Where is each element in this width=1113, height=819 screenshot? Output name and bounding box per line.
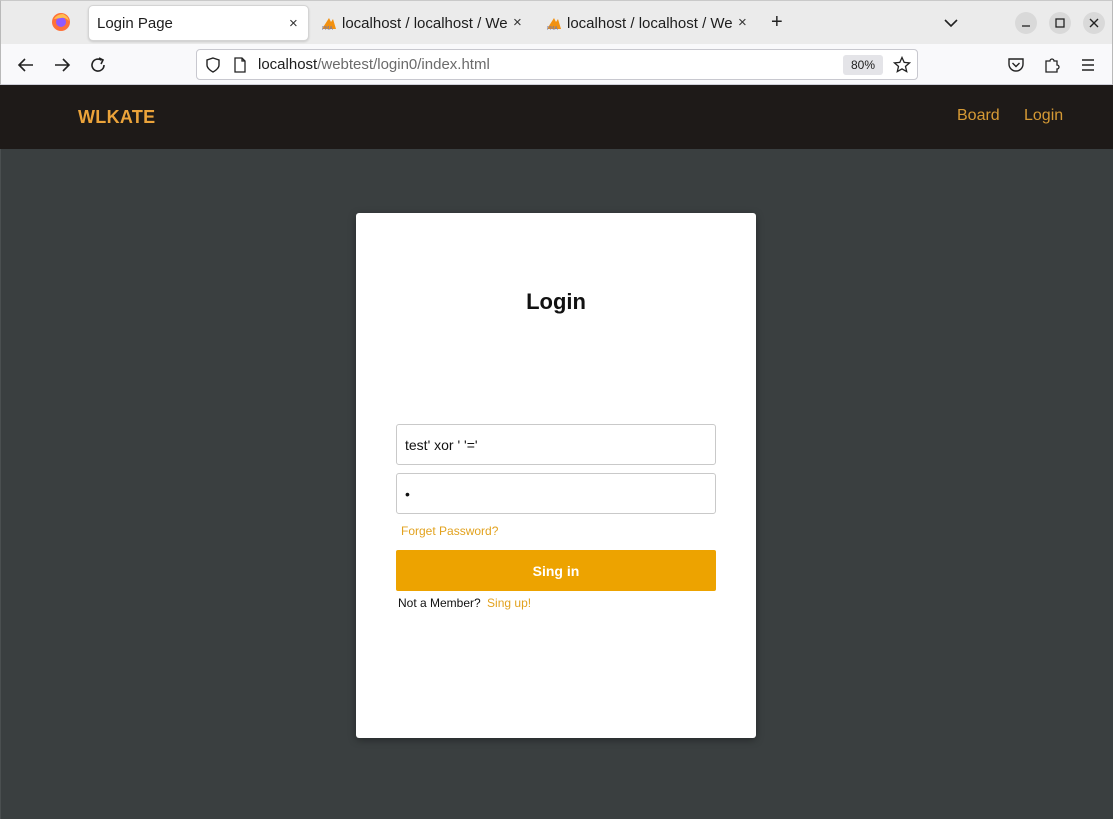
site-header: WLKATE Board Login: [0, 85, 1113, 149]
tab-title: localhost / localhost / We: [567, 14, 733, 32]
puzzle-piece-icon: [1045, 58, 1060, 73]
close-window-button[interactable]: [1083, 12, 1105, 34]
password-input[interactable]: [396, 473, 716, 514]
sign-up-link[interactable]: Sing up!: [487, 596, 531, 610]
svg-text:PMA: PMA: [322, 26, 333, 31]
tab-login-page[interactable]: Login Page ×: [88, 5, 309, 41]
maximize-button[interactable]: [1049, 12, 1071, 34]
firefox-icon[interactable]: [51, 12, 71, 32]
forget-password-link[interactable]: Forget Password?: [401, 524, 498, 538]
close-tab-icon[interactable]: ×: [738, 15, 747, 30]
bookmark-star-icon[interactable]: [893, 56, 911, 74]
url-path: /webtest/login0/index.html: [317, 56, 490, 73]
tab-title: localhost / localhost / We: [342, 14, 508, 32]
back-button[interactable]: [16, 55, 36, 75]
pocket-button[interactable]: [1006, 55, 1026, 75]
arrow-left-icon: [17, 58, 33, 72]
arrow-right-icon: [55, 58, 71, 72]
app-menu-button[interactable]: [1078, 55, 1098, 75]
nav-link-board[interactable]: Board: [957, 107, 1000, 125]
url-text: localhost/webtest/login0/index.html: [258, 56, 490, 73]
login-card: Login Forget Password? Sing in Not a Mem…: [356, 213, 756, 738]
browser-tab-bar: Login Page × PMA localhost / localhost /…: [0, 0, 1113, 44]
tab-phpmyadmin-1[interactable]: PMA localhost / localhost / We ×: [321, 5, 531, 41]
forward-button[interactable]: [52, 55, 72, 75]
minimize-button[interactable]: [1015, 12, 1037, 34]
phpmyadmin-icon: PMA: [547, 18, 561, 31]
hamburger-menu-icon: [1082, 59, 1094, 71]
close-tab-icon[interactable]: ×: [289, 16, 298, 31]
close-icon: [1089, 18, 1099, 28]
signup-prompt: Not a Member? Sing up!: [398, 596, 531, 610]
shield-icon[interactable]: [205, 57, 221, 73]
pocket-icon: [1008, 58, 1024, 72]
extensions-button[interactable]: [1042, 55, 1062, 75]
not-a-member-text: Not a Member?: [398, 596, 481, 610]
list-all-tabs-chevron-down-icon[interactable]: [943, 15, 959, 31]
reload-icon: [91, 57, 105, 72]
tab-phpmyadmin-2[interactable]: PMA localhost / localhost / We ×: [546, 5, 756, 41]
address-bar[interactable]: localhost/webtest/login0/index.html 80%: [196, 49, 918, 80]
maximize-icon: [1055, 18, 1065, 28]
username-input[interactable]: [396, 424, 716, 465]
close-tab-icon[interactable]: ×: [513, 15, 522, 30]
reload-button[interactable]: [88, 55, 108, 75]
svg-text:PMA: PMA: [547, 26, 558, 31]
sign-in-button[interactable]: Sing in: [396, 550, 716, 591]
browser-navigation-bar: localhost/webtest/login0/index.html 80%: [0, 44, 1113, 85]
page-icon[interactable]: [233, 57, 247, 73]
phpmyadmin-icon: PMA: [322, 18, 336, 31]
zoom-level-badge[interactable]: 80%: [843, 55, 883, 75]
brand-logo[interactable]: WLKATE: [78, 107, 155, 128]
new-tab-button[interactable]: +: [771, 12, 783, 32]
nav-link-login[interactable]: Login: [1024, 107, 1063, 125]
url-host: localhost: [258, 56, 318, 73]
minimize-icon: [1022, 25, 1030, 27]
tab-title: Login Page: [97, 14, 173, 32]
login-title: Login: [526, 289, 586, 314]
